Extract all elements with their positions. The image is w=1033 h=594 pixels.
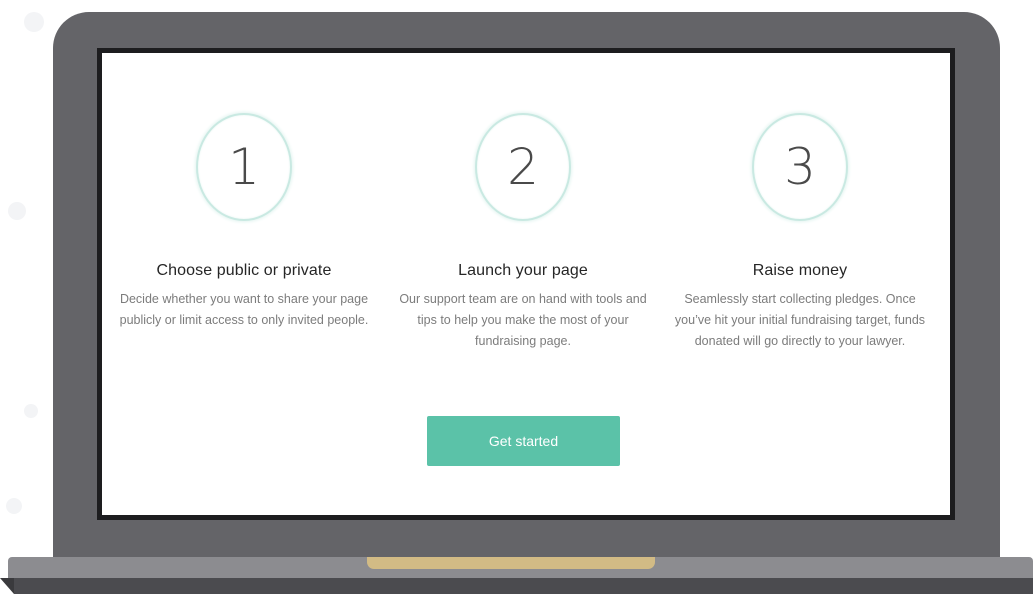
step-title: Raise money [752, 262, 848, 279]
background-dot [24, 404, 38, 418]
background-dot [24, 12, 44, 32]
step-1: 1 Choose public or private Decide whethe… [114, 113, 374, 331]
background-dot [6, 498, 22, 514]
laptop-base-corner [0, 578, 14, 594]
step-description: Seamlessly start collecting pledges. Onc… [674, 292, 926, 348]
step-2: 2 Launch your page Our support team are … [393, 113, 653, 352]
laptop-hinge-notch [367, 557, 655, 569]
step-3: 3 Raise money Seamlessly start collectin… [670, 113, 930, 352]
step-description: Our support team are on hand with tools … [399, 292, 647, 348]
step-number-circle: 2 [475, 113, 571, 221]
step-number-circle: 1 [196, 113, 292, 221]
page: 1 Choose public or private Decide whethe… [0, 0, 1033, 594]
laptop-screen: 1 Choose public or private Decide whethe… [102, 53, 950, 515]
step-number-circle: 3 [752, 113, 848, 221]
get-started-button[interactable]: Get started [427, 416, 620, 466]
step-description: Decide whether you want to share your pa… [119, 292, 369, 327]
laptop-base-edge [14, 578, 1033, 594]
background-dot [8, 202, 26, 220]
step-title: Launch your page [458, 262, 588, 279]
step-title: Choose public or private [156, 262, 332, 279]
